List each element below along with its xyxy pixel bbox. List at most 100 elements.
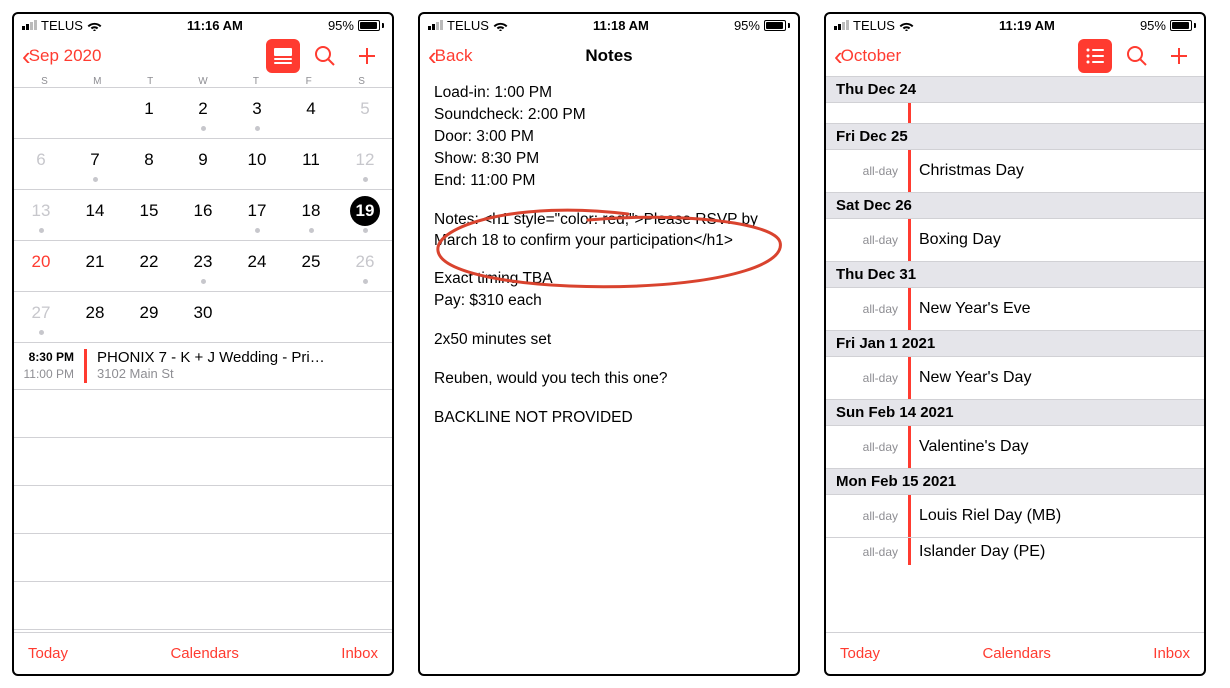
search-button[interactable]	[308, 39, 342, 73]
back-label: October	[841, 46, 901, 66]
list-event-row[interactable]	[826, 103, 1204, 123]
event-subtitle: 3102 Main St	[97, 366, 384, 381]
day-cell[interactable]: 6	[14, 139, 68, 189]
event-title: PHONIX 7 - K + J Wedding - Pri…	[97, 349, 384, 366]
day-cell[interactable]: 9	[176, 139, 230, 189]
weekday-label: W	[177, 76, 230, 87]
day-section-header: Fri Jan 1 2021	[826, 330, 1204, 357]
day-cell[interactable]: 28	[68, 292, 122, 342]
list-event-row[interactable]: all-dayLouis Riel Day (MB)	[826, 495, 1204, 537]
back-button[interactable]: ‹ October	[834, 43, 901, 69]
clock: 11:19 AM	[999, 18, 1055, 33]
back-button[interactable]: ‹ Sep 2020	[22, 43, 101, 69]
day-cell[interactable]: 26	[338, 241, 392, 291]
day-cell[interactable]: 29	[122, 292, 176, 342]
note-line: End: 11:00 PM	[434, 171, 784, 192]
today-button[interactable]: Today	[840, 645, 880, 662]
day-cell[interactable]: 17	[230, 190, 284, 240]
day-cell[interactable]: 24	[230, 241, 284, 291]
today-button[interactable]: Today	[28, 645, 68, 662]
list-event-row[interactable]: all-dayValentine's Day	[826, 426, 1204, 468]
day-cell[interactable]: 23	[176, 241, 230, 291]
status-bar: TELUS 11:16 AM 95%	[14, 14, 392, 36]
event-row[interactable]: 8:30 PM 11:00 PM PHONIX 7 - K + J Weddin…	[14, 343, 392, 390]
day-cell[interactable]: 7	[68, 139, 122, 189]
weekday-label: M	[71, 76, 124, 87]
week-row: 27282930	[14, 292, 392, 343]
day-section-header: Thu Dec 31	[826, 261, 1204, 288]
clock: 11:18 AM	[593, 18, 649, 33]
day-section-header: Sat Dec 26	[826, 192, 1204, 219]
add-button[interactable]	[1162, 39, 1196, 73]
day-cell[interactable]: 11	[284, 139, 338, 189]
day-cell[interactable]: 3	[230, 88, 284, 138]
signal-icon	[428, 20, 443, 30]
day-section-header: Fri Dec 25	[826, 123, 1204, 150]
day-cell[interactable]: 14	[68, 190, 122, 240]
nav-bar: ‹ Sep 2020	[14, 36, 392, 76]
list-event-row[interactable]: all-dayNew Year's Day	[826, 357, 1204, 399]
day-cell[interactable]: 18	[284, 190, 338, 240]
list-event-row[interactable]: all-dayBoxing Day	[826, 219, 1204, 261]
day-cell[interactable]: 25	[284, 241, 338, 291]
day-cell[interactable]: 10	[230, 139, 284, 189]
battery-icon	[1170, 20, 1196, 31]
day-cell[interactable]: 5	[338, 88, 392, 138]
day-cell[interactable]: 1	[122, 88, 176, 138]
day-cell[interactable]	[14, 88, 68, 138]
calendars-button[interactable]: Calendars	[982, 645, 1050, 662]
day-cell[interactable]: 19	[338, 190, 392, 240]
signal-icon	[22, 20, 37, 30]
battery-pct: 95%	[328, 18, 354, 33]
day-cell[interactable]: 16	[176, 190, 230, 240]
weekday-label: S	[335, 76, 388, 87]
day-cell[interactable]	[338, 292, 392, 342]
day-cell[interactable]: 13	[14, 190, 68, 240]
day-cell[interactable]: 21	[68, 241, 122, 291]
inbox-button[interactable]: Inbox	[1153, 645, 1190, 662]
weekday-label: S	[18, 76, 71, 87]
inbox-button[interactable]: Inbox	[341, 645, 378, 662]
day-cell[interactable]: 4	[284, 88, 338, 138]
calendar-list-view: TELUS 11:19 AM 95% ‹ October Th	[824, 12, 1206, 676]
day-cell[interactable]	[230, 292, 284, 342]
bottom-toolbar: Today Calendars Inbox	[14, 632, 392, 674]
day-cell[interactable]	[68, 88, 122, 138]
week-row: 20212223242526	[14, 241, 392, 292]
calendar-month-view: TELUS 11:16 AM 95% ‹ Sep 2020 S	[12, 12, 394, 676]
day-cell[interactable]: 20	[14, 241, 68, 291]
day-cell[interactable]: 12	[338, 139, 392, 189]
add-button[interactable]	[350, 39, 384, 73]
list-event-row[interactable]: all-dayNew Year's Eve	[826, 288, 1204, 330]
day-section-header: Thu Dec 24	[826, 76, 1204, 103]
list-view-button[interactable]	[1078, 39, 1112, 73]
day-cell[interactable]: 8	[122, 139, 176, 189]
clock: 11:16 AM	[187, 18, 243, 33]
note-line: Load-in: 1:00 PM	[434, 83, 784, 104]
month-grid[interactable]: 1234567891011121314151617181920212223242…	[14, 87, 392, 343]
weekday-label: T	[124, 76, 177, 87]
note-line: Show: 8:30 PM	[434, 149, 784, 170]
list-event-row[interactable]: all-dayIslander Day (PE)	[826, 537, 1204, 565]
event-list[interactable]: Thu Dec 24 Fri Dec 25all-dayChristmas Day…	[826, 76, 1204, 632]
battery-pct: 95%	[734, 18, 760, 33]
calendars-button[interactable]: Calendars	[170, 645, 238, 662]
notes-body[interactable]: Load-in: 1:00 PMSoundcheck: 2:00 PMDoor:…	[420, 76, 798, 674]
back-button[interactable]: ‹ Back	[428, 43, 472, 69]
weekday-label: F	[282, 76, 335, 87]
week-row: 13141516171819	[14, 190, 392, 241]
note-line: Door: 3:00 PM	[434, 127, 784, 148]
day-cell[interactable]: 22	[122, 241, 176, 291]
day-cell[interactable]: 30	[176, 292, 230, 342]
day-cell[interactable]: 15	[122, 190, 176, 240]
list-event-row[interactable]: all-dayChristmas Day	[826, 150, 1204, 192]
view-mode-button[interactable]	[266, 39, 300, 73]
event-color-bar	[84, 349, 87, 383]
day-cell[interactable]: 27	[14, 292, 68, 342]
day-cell[interactable]	[284, 292, 338, 342]
nav-bar: ‹ Back Notes	[420, 36, 798, 76]
back-label: Back	[435, 46, 473, 66]
carrier-label: TELUS	[41, 18, 83, 33]
search-button[interactable]	[1120, 39, 1154, 73]
day-cell[interactable]: 2	[176, 88, 230, 138]
